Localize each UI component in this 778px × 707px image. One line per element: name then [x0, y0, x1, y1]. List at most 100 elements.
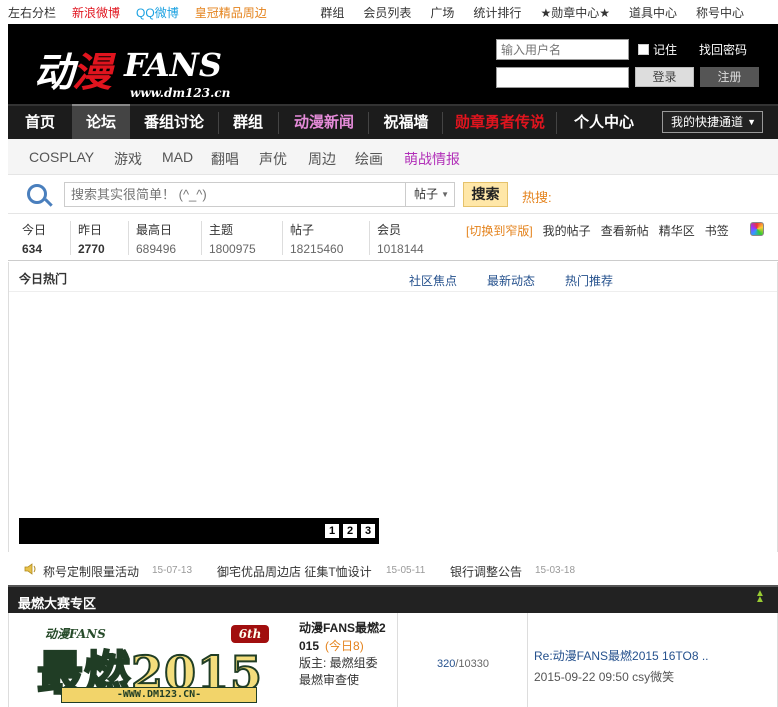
stat-label: 今日 [22, 223, 47, 237]
stat-divider [128, 221, 129, 255]
subnav-moe-battle[interactable]: 萌战情报 [404, 149, 460, 169]
stat-posts: 帖子 18215460 [282, 221, 344, 256]
last-post: Re:动漫FANS最燃2015 16TO8 .. 2015-09-22 09:5… [534, 647, 764, 685]
section-header: 最燃大赛专区 ▲ ▲ [8, 585, 778, 613]
stat-divider [70, 221, 71, 255]
top-utility-bar: 左右分栏 新浪微博 QQ微博 皇冠精品周边 群组 会员列表 广场 统计排行 ★勋… [0, 0, 778, 24]
announcement-item[interactable]: 称号定制限量活动 [43, 563, 139, 580]
new-posts-link[interactable]: 查看新帖 [601, 222, 649, 239]
nav-forum[interactable]: 论坛 [72, 104, 130, 139]
crown-merch-link[interactable]: 皇冠精品周边 [195, 4, 267, 21]
search-icon [27, 184, 47, 204]
topic-count: 320 [437, 658, 456, 670]
stat-label: 主题 [209, 223, 234, 237]
announcement-date: 15-05-11 [386, 565, 426, 576]
stat-members: 会员 1018144 [369, 221, 424, 256]
search-input[interactable] [64, 182, 406, 207]
nav-wish-wall[interactable]: 祝福墙 [374, 106, 438, 139]
collapse-icon[interactable]: ▲ ▲ [754, 589, 766, 605]
logo-cn-text: 动漫 [34, 50, 112, 96]
quick-access-dropdown[interactable]: 我的快捷通道 ▼ [662, 111, 763, 133]
column-divider [527, 613, 528, 707]
forum-today-count: (今日8) [325, 639, 364, 653]
stat-divider [201, 221, 202, 255]
checkbox-icon[interactable] [638, 44, 649, 55]
image-slider: 1 2 3 [19, 518, 379, 544]
subnav-seiyuu[interactable]: 声优 [259, 149, 287, 169]
last-post-title[interactable]: Re:动漫FANS最燃2015 16TO8 .. [534, 647, 764, 664]
post-count: /10330 [455, 658, 490, 670]
bookmarks-link[interactable]: 书签 [705, 222, 729, 239]
hot-search-label: 热搜: [522, 190, 552, 205]
speaker-icon [24, 563, 36, 575]
subnav-merch[interactable]: 周边 [308, 149, 336, 169]
slide-dot-1[interactable]: 1 [325, 524, 339, 538]
search-button[interactable]: 搜索 [463, 182, 508, 207]
title-center-link[interactable]: 称号中心 [696, 4, 744, 21]
stat-label: 会员 [377, 223, 402, 237]
password-input[interactable] [496, 67, 629, 88]
stat-label: 帖子 [290, 223, 315, 237]
tab-community-focus[interactable]: 社区焦点 [409, 272, 457, 289]
toggle-layout-link[interactable]: 左右分栏 [8, 4, 56, 21]
logo-en-text: FANS [124, 46, 223, 84]
sina-weibo-link[interactable]: 新浪微博 [72, 4, 120, 21]
username-input[interactable] [496, 39, 629, 60]
member-list-link[interactable]: 会员列表 [363, 4, 411, 21]
subnav-cosplay[interactable]: COSPLAY [29, 149, 94, 165]
forum-moderators[interactable]: 版主: 最燃组委 最燃审查使 [299, 655, 399, 689]
nav-divider [442, 112, 443, 134]
stat-value: 634 [22, 242, 43, 256]
today-hot-panel: 今日热门 社区焦点 最新动态 热门推荐 1 2 3 [8, 262, 778, 552]
site-logo[interactable]: 动漫 FANS www.dm123.cn [34, 38, 234, 100]
announcement-date: 15-07-13 [152, 565, 193, 576]
column-divider [397, 613, 398, 707]
slide-dot-3[interactable]: 3 [361, 524, 375, 538]
color-palette-icon[interactable] [750, 222, 764, 236]
medal-center-link[interactable]: ★勋章中心★ [540, 4, 610, 21]
nav-medal-legend[interactable]: 勋章勇者传说 [448, 106, 552, 139]
item-center-link[interactable]: 道具中心 [629, 4, 677, 21]
nav-groups[interactable]: 群组 [222, 106, 274, 139]
nav-anime-news[interactable]: 动漫新闻 [284, 106, 364, 139]
main-nav: 首页 论坛 番组讨论 群组 动漫新闻 祝福墙 勋章勇者传说 个人中心 我的快捷通… [8, 104, 778, 139]
nav-anime-discussion[interactable]: 番组讨论 [134, 106, 214, 139]
nav-home[interactable]: 首页 [8, 106, 72, 139]
groups-link[interactable]: 群组 [320, 4, 344, 21]
search-type-value: 帖子 [414, 187, 439, 201]
last-post-meta: 2015-09-22 09:50 csy微笑 [534, 670, 675, 684]
forum-name[interactable]: 动漫FANS最燃2 015 (今日8) [299, 619, 399, 655]
qq-weibo-link[interactable]: QQ微博 [136, 4, 179, 21]
find-password-link[interactable]: 找回密码 [699, 41, 747, 58]
subnav-drawing[interactable]: 绘画 [355, 149, 383, 169]
subnav-games[interactable]: 游戏 [114, 149, 142, 169]
search-bar: 帖子 ▼ 搜索 热搜: [8, 176, 778, 214]
search-type-select[interactable]: 帖子 ▼ [405, 182, 455, 207]
remember-me-checkbox[interactable]: 记住 [638, 41, 677, 58]
switch-narrow-link[interactable]: [切换到窄版] [466, 222, 533, 239]
slide-dot-2[interactable]: 2 [343, 524, 357, 538]
stat-value: 18215460 [290, 242, 344, 256]
my-posts-link[interactable]: 我的帖子 [543, 222, 591, 239]
tab-hot-recommend[interactable]: 热门推荐 [565, 272, 613, 289]
stat-value: 2770 [78, 242, 105, 256]
forum-badge-image[interactable]: 动漫FANS 6th 最燃2015 -WWW.DM123.CN- [35, 621, 285, 707]
login-button[interactable]: 登录 [635, 67, 694, 87]
announcement-item[interactable]: 银行调整公告 [450, 563, 522, 580]
section-title: 最燃大赛专区 [18, 596, 97, 611]
forum-counts: 320/10330 [437, 658, 489, 670]
subnav-covers[interactable]: 翻唱 [211, 149, 239, 169]
digest-link[interactable]: 精华区 [659, 222, 695, 239]
stats-ranking-link[interactable]: 统计排行 [473, 4, 521, 21]
announcement-item[interactable]: 御宅优品周边店 征集T恤设计 [217, 563, 372, 580]
stat-today: 今日 634 [22, 221, 46, 256]
subnav-mad[interactable]: MAD [162, 149, 193, 165]
stat-label: 最高日 [136, 223, 173, 237]
caret-down-icon: ▼ [747, 117, 756, 127]
nav-personal-center[interactable]: 个人中心 [564, 106, 644, 139]
register-button[interactable]: 注册 [700, 67, 759, 87]
plaza-link[interactable]: 广场 [430, 4, 454, 21]
announcement-bar: 称号定制限量活动 15-07-13 御宅优品周边店 征集T恤设计 15-05-1… [8, 558, 778, 584]
stat-divider [282, 221, 283, 255]
tab-latest-activity[interactable]: 最新动态 [487, 272, 535, 289]
